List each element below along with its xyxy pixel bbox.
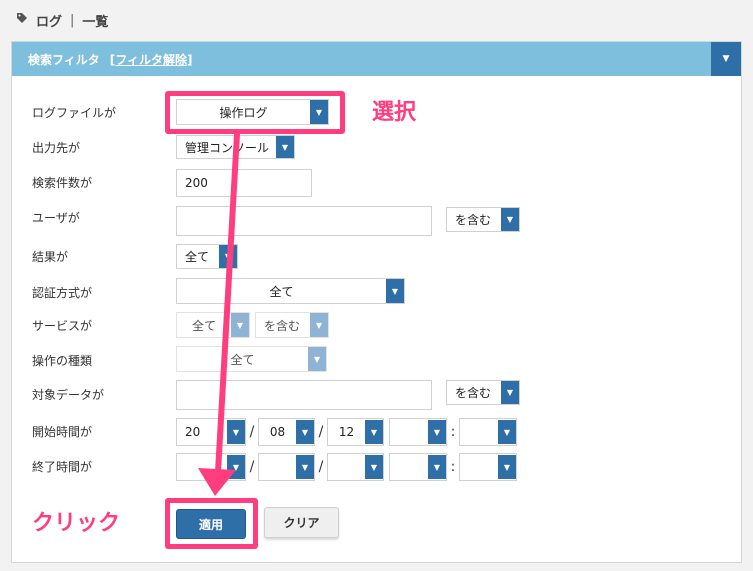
annotation-arrow — [198, 131, 240, 496]
select-annotation: 選択 — [372, 100, 417, 125]
click-annotation: クリック — [32, 511, 121, 536]
